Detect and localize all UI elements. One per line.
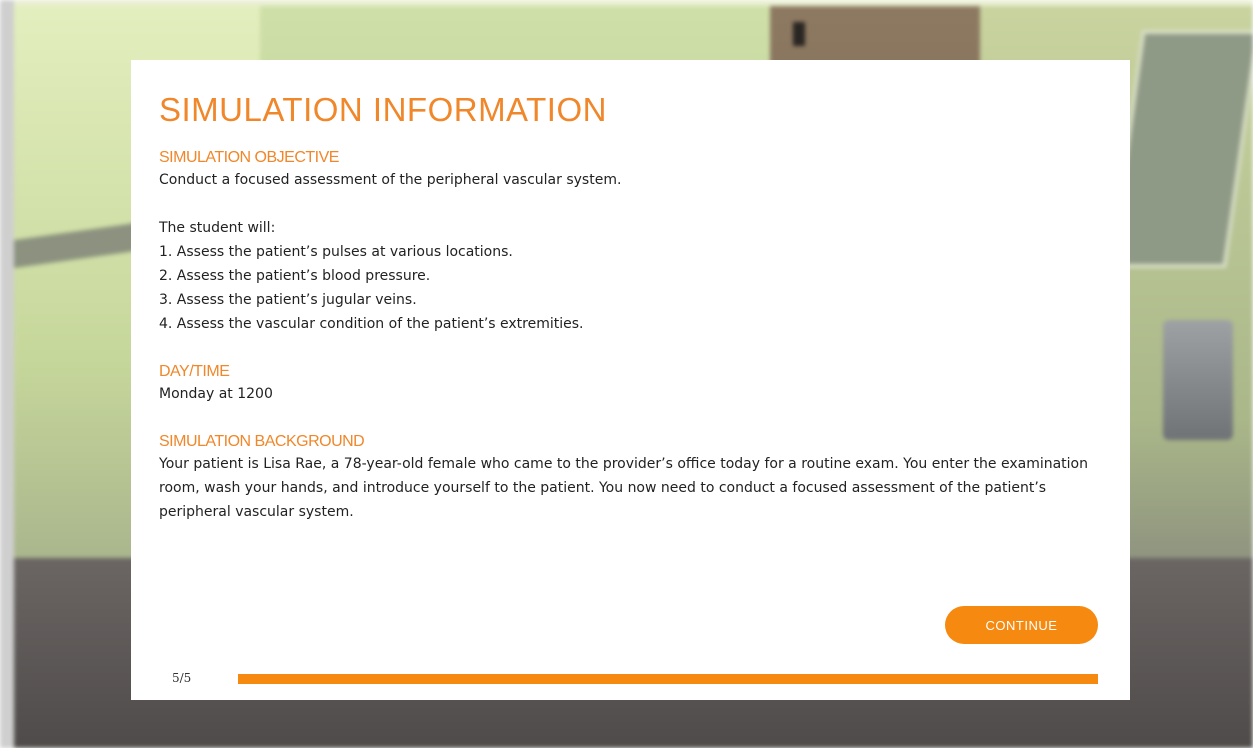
- objective-item: 4. Assess the vascular condition of the …: [159, 316, 584, 332]
- objective-spacer: [159, 192, 1102, 216]
- background-text: Your patient is Lisa Rae, a 78-year-old …: [159, 456, 1088, 520]
- background-frame-left: [0, 0, 14, 748]
- page-indicator: 5/5: [172, 671, 192, 685]
- simulation-info-dialog: SIMULATION INFORMATION SIMULATION OBJECT…: [131, 60, 1130, 700]
- objective-intro: The student will:: [159, 220, 276, 236]
- objective-item: 1. Assess the patient’s pulses at variou…: [159, 244, 513, 260]
- day-time-heading: DAY/TIME: [159, 363, 230, 380]
- objective-summary: Conduct a focused assessment of the peri…: [159, 172, 622, 188]
- background-device: [1163, 320, 1233, 440]
- continue-button[interactable]: CONTINUE: [945, 606, 1098, 644]
- objective-heading: SIMULATION OBJECTIVE: [159, 149, 339, 166]
- objective-item: 2. Assess the patient’s blood pressure.: [159, 268, 431, 284]
- day-time-value: Monday at 1200: [159, 386, 273, 402]
- progress-bar: [238, 674, 1098, 684]
- progress-bar-fill: [238, 674, 1098, 684]
- background-door-slot: [793, 22, 805, 46]
- background-heading: SIMULATION BACKGROUND: [159, 433, 365, 450]
- background-top-strip: [0, 0, 1253, 6]
- dialog-title: SIMULATION INFORMATION: [159, 91, 607, 128]
- objective-item: 3. Assess the patient’s jugular veins.: [159, 292, 417, 308]
